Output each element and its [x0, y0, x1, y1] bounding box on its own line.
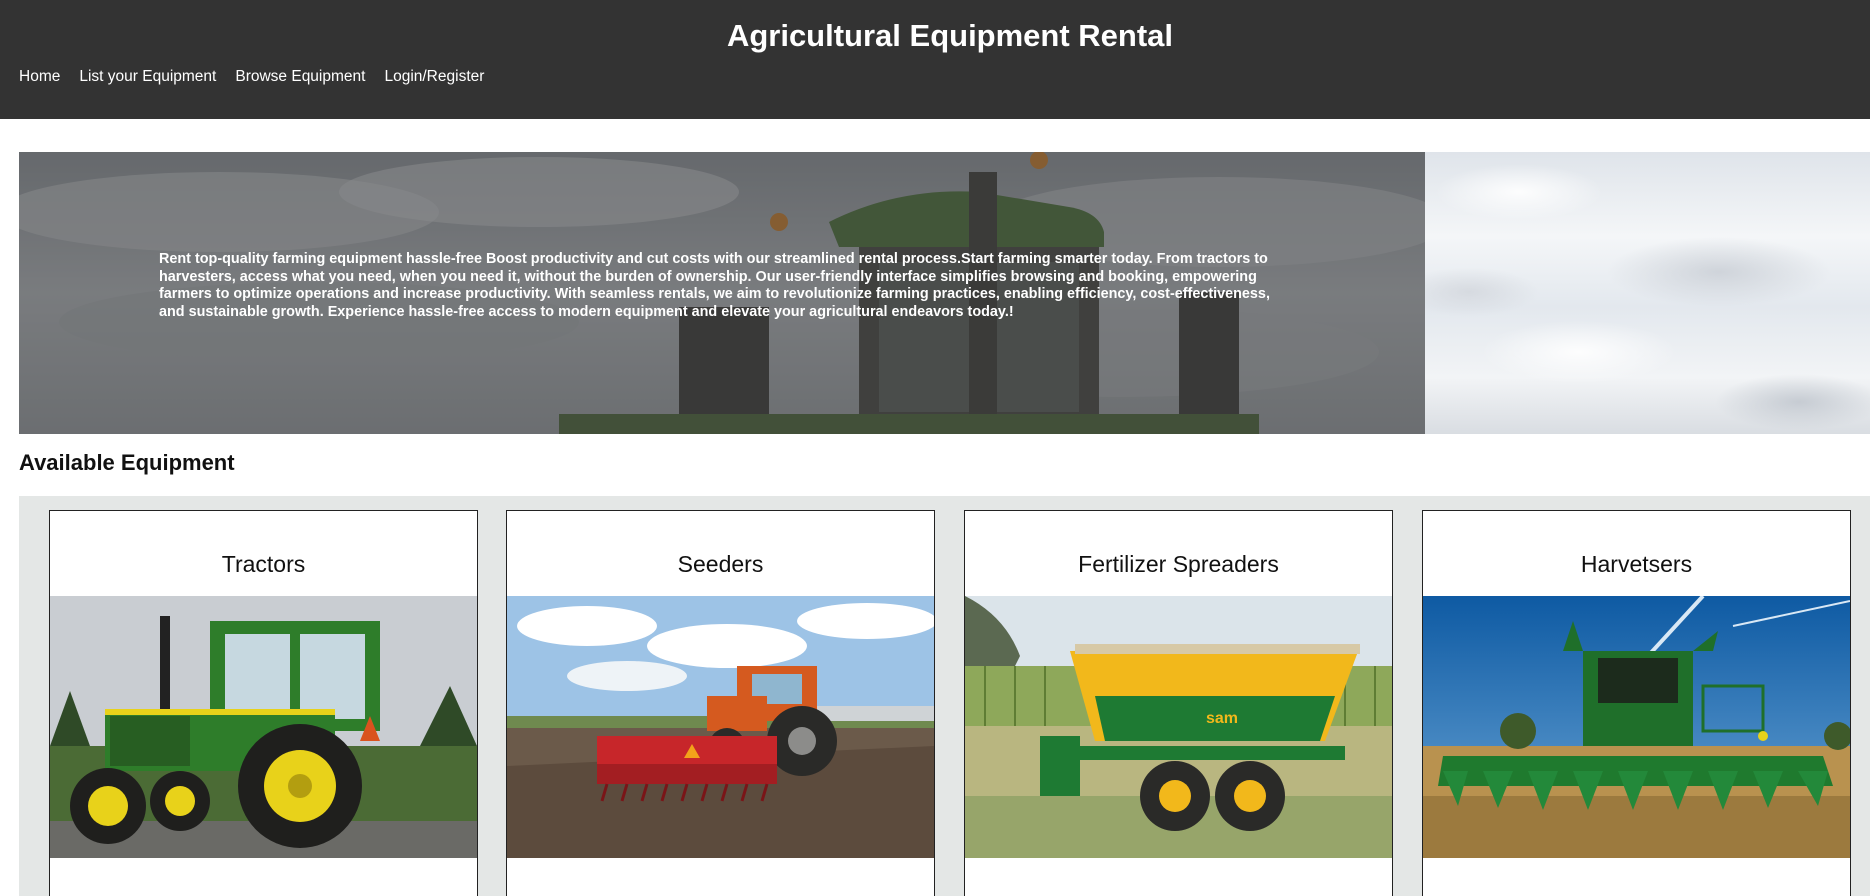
harvester-image	[1423, 596, 1850, 858]
nav-home-link[interactable]: Home	[19, 68, 60, 86]
equipment-card-title: Harvetsers	[1580, 551, 1693, 577]
site-header: Agricultural Equipment Rental Home List …	[0, 0, 1870, 119]
equipment-card-title: Seeders	[677, 551, 764, 577]
spreader-brand-label: sam	[1206, 710, 1238, 727]
equipment-card-title: Tractors	[221, 551, 306, 577]
seeder-image	[507, 596, 934, 858]
main-nav: Home List your Equipment Browse Equipmen…	[19, 68, 503, 86]
nav-browse-equipment-link[interactable]: Browse Equipment	[235, 68, 365, 86]
fertilizer-spreader-image: sam	[965, 596, 1392, 858]
equipment-card-harvesters[interactable]: Harvetsers	[1422, 510, 1851, 896]
hero-banner: Rent top-quality farming equipment hassl…	[19, 152, 1870, 434]
hero-description: Rent top-quality farming equipment hassl…	[159, 251, 1270, 320]
available-equipment-heading: Available Equipment	[19, 450, 235, 475]
tractor-image	[50, 596, 477, 858]
hero-tractor-photo: Rent top-quality farming equipment hassl…	[19, 152, 1425, 434]
equipment-card-tractors[interactable]: Tractors	[49, 510, 478, 896]
equipment-card-fertilizer-spreaders[interactable]: Fertilizer Spreaders sam	[964, 510, 1393, 896]
nav-list-equipment-link[interactable]: List your Equipment	[79, 68, 216, 86]
equipment-grid: Tractors Seeders Fertilizer Spreaders sa…	[19, 496, 1870, 896]
site-title: Agricultural Equipment Rental	[726, 18, 1174, 53]
nav-login-register-link[interactable]: Login/Register	[384, 68, 484, 86]
equipment-card-seeders[interactable]: Seeders	[506, 510, 935, 896]
equipment-card-title: Fertilizer Spreaders	[1078, 551, 1279, 577]
